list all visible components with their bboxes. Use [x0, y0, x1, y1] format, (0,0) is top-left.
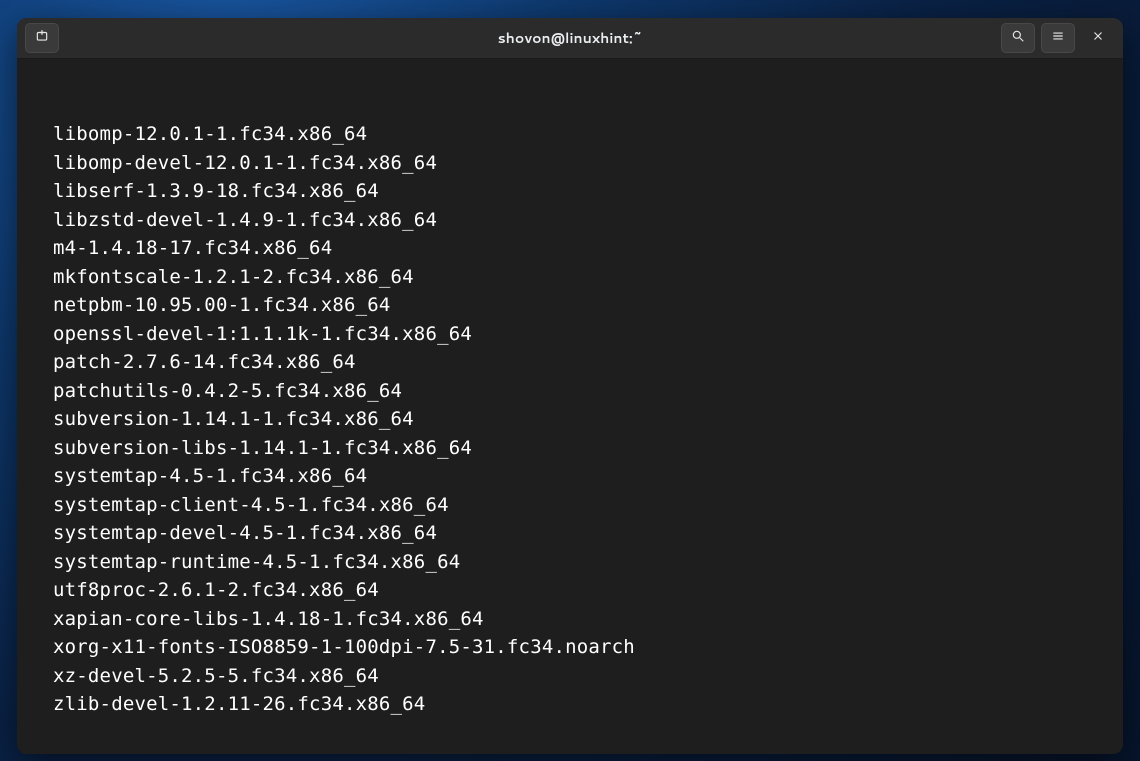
package-line: libomp-12.0.1-1.fc34.x86_64 [23, 120, 1117, 149]
hamburger-icon [1051, 28, 1065, 48]
window-title: shovon@linuxhint:~ [17, 28, 1123, 48]
close-icon [1091, 28, 1105, 48]
package-line: systemtap-client-4.5-1.fc34.x86_64 [23, 491, 1117, 520]
package-line: systemtap-runtime-4.5-1.fc34.x86_64 [23, 548, 1117, 577]
package-line: patchutils-0.4.2-5.fc34.x86_64 [23, 377, 1117, 406]
close-button[interactable] [1081, 23, 1115, 53]
package-line: netpbm-10.95.00-1.fc34.x86_64 [23, 291, 1117, 320]
package-line: zlib-devel-1.2.11-26.fc34.x86_64 [23, 690, 1117, 719]
package-line: subversion-1.14.1-1.fc34.x86_64 [23, 405, 1117, 434]
window-titlebar[interactable]: shovon@linuxhint:~ [17, 18, 1123, 59]
package-line: subversion-libs-1.14.1-1.fc34.x86_64 [23, 434, 1117, 463]
package-line: utf8proc-2.6.1-2.fc34.x86_64 [23, 576, 1117, 605]
package-line: patch-2.7.6-14.fc34.x86_64 [23, 348, 1117, 377]
menu-button[interactable] [1041, 23, 1075, 53]
package-line: systemtap-4.5-1.fc34.x86_64 [23, 462, 1117, 491]
package-line: libzstd-devel-1.4.9-1.fc34.x86_64 [23, 206, 1117, 235]
package-line: xorg-x11-fonts-ISO8859-1-100dpi-7.5-31.f… [23, 633, 1117, 662]
package-line: systemtap-devel-4.5-1.fc34.x86_64 [23, 519, 1117, 548]
terminal-output[interactable]: libomp-12.0.1-1.fc34.x86_64libomp-devel-… [17, 59, 1123, 754]
new-tab-icon [35, 28, 49, 48]
package-line: libserf-1.3.9-18.fc34.x86_64 [23, 177, 1117, 206]
terminal-window: shovon@linuxhint:~ [17, 18, 1123, 754]
package-line: openssl-devel-1:1.1.1k-1.fc34.x86_64 [23, 320, 1117, 349]
search-icon [1011, 28, 1025, 48]
package-line: mkfontscale-1.2.1-2.fc34.x86_64 [23, 263, 1117, 292]
desktop-background: shovon@linuxhint:~ [0, 0, 1140, 761]
package-line: m4-1.4.18-17.fc34.x86_64 [23, 234, 1117, 263]
package-line: libomp-devel-12.0.1-1.fc34.x86_64 [23, 149, 1117, 178]
new-tab-button[interactable] [25, 23, 59, 53]
package-line: xapian-core-libs-1.4.18-1.fc34.x86_64 [23, 605, 1117, 634]
search-button[interactable] [1001, 23, 1035, 53]
package-line: xz-devel-5.2.5-5.fc34.x86_64 [23, 662, 1117, 691]
